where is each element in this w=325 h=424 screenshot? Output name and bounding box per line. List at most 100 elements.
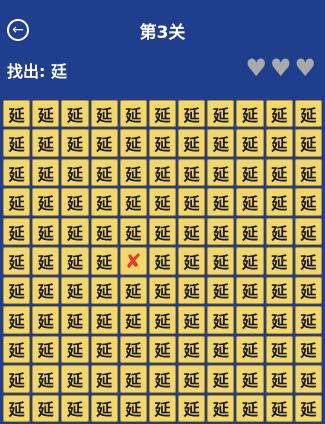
grid-cell[interactable]: 延 [148, 158, 177, 187]
grid-cell[interactable]: 延 [207, 158, 235, 187]
grid-cell[interactable]: 延 [178, 188, 206, 216]
grid-cell[interactable]: 延 [61, 100, 89, 128]
grid-cell[interactable]: 延 [294, 276, 322, 305]
grid-cell[interactable]: 延 [236, 188, 264, 216]
grid-cell[interactable]: 延 [3, 276, 31, 305]
grid-cell[interactable]: 延 [294, 217, 322, 246]
grid-cell[interactable]: 延 [207, 188, 235, 216]
grid-cell[interactable]: 延 [207, 129, 235, 157]
grid-cell[interactable]: 延 [236, 100, 264, 128]
grid-cell[interactable]: 延 [119, 335, 147, 364]
grid-cell[interactable]: 延 [265, 276, 293, 305]
grid-cell[interactable]: 延 [265, 306, 293, 334]
grid-cell[interactable]: 延 [32, 335, 60, 364]
grid-cell[interactable]: 延 [207, 247, 235, 275]
grid-cell[interactable]: 延 [3, 217, 31, 246]
grid-cell[interactable]: 延 [61, 217, 89, 246]
grid-cell[interactable]: 延 [148, 188, 177, 216]
grid-cell[interactable]: 延 [236, 217, 264, 246]
grid-cell[interactable]: 延 [265, 188, 293, 216]
grid-cell[interactable]: 延 [32, 394, 60, 422]
grid-cell[interactable]: 延 [119, 100, 147, 128]
grid-cell[interactable]: 延 [236, 365, 264, 393]
grid-cell[interactable]: 延 [3, 365, 31, 393]
grid-cell[interactable]: 延 [61, 306, 89, 334]
grid-cell[interactable]: 延 [207, 217, 235, 246]
grid-cell[interactable]: 延 [61, 394, 89, 422]
grid-cell[interactable]: 延 [236, 276, 264, 305]
grid-cell[interactable]: 延 [32, 276, 60, 305]
grid-cell[interactable]: 延 [236, 394, 264, 422]
grid-cell[interactable]: 延 [207, 100, 235, 128]
grid-cell[interactable]: 延 [61, 188, 89, 216]
grid-cell[interactable]: 延 [148, 335, 177, 364]
grid-cell[interactable]: 延 [3, 306, 31, 334]
grid-cell[interactable]: 延 [61, 276, 89, 305]
grid-cell[interactable]: 延 [119, 276, 147, 305]
grid-cell[interactable]: 延 [178, 217, 206, 246]
grid-cell[interactable]: 延 [236, 335, 264, 364]
grid-cell[interactable]: 延 [178, 129, 206, 157]
grid-cell[interactable]: 延 [90, 394, 118, 422]
grid-cell[interactable]: 延 [119, 365, 147, 393]
grid-cell[interactable]: 延 [294, 394, 322, 422]
grid-cell[interactable]: 延 [3, 335, 31, 364]
grid-cell[interactable]: 延 [178, 335, 206, 364]
grid-cell[interactable]: 延 [294, 188, 322, 216]
grid-cell[interactable]: 延 [119, 394, 147, 422]
grid-cell[interactable]: 延 [207, 335, 235, 364]
grid-cell[interactable]: 延 [265, 394, 293, 422]
grid-cell[interactable]: 延 [294, 365, 322, 393]
grid-cell[interactable]: 延 [207, 394, 235, 422]
grid-cell[interactable]: 延 [61, 129, 89, 157]
grid-cell[interactable]: 延 [265, 100, 293, 128]
grid-cell[interactable]: 延 [265, 365, 293, 393]
grid-cell[interactable]: 延 [32, 100, 60, 128]
grid-cell[interactable]: 延 [119, 158, 147, 187]
grid-cell[interactable]: 延 [178, 276, 206, 305]
grid-cell[interactable]: 延 [178, 365, 206, 393]
grid-cell[interactable]: 延 [265, 217, 293, 246]
grid-cell[interactable]: 延 [61, 335, 89, 364]
grid-cell[interactable]: 延 [90, 217, 118, 246]
grid-cell[interactable]: 延 [148, 217, 177, 246]
grid-cell[interactable]: 延 [3, 158, 31, 187]
grid-cell[interactable]: 延 [265, 158, 293, 187]
grid-cell[interactable]: 延 [32, 129, 60, 157]
grid-cell[interactable]: 延 [3, 100, 31, 128]
grid-cell[interactable]: 延 [32, 247, 60, 275]
grid-cell[interactable]: 延 [207, 365, 235, 393]
grid-cell[interactable]: 延 [148, 100, 177, 128]
grid-cell[interactable]: 延 [294, 306, 322, 334]
grid-cell[interactable]: 延 [90, 306, 118, 334]
grid-cell[interactable]: 延 [32, 217, 60, 246]
grid-cell[interactable]: 延 [119, 217, 147, 246]
grid-cell[interactable]: 延 [90, 276, 118, 305]
grid-cell[interactable]: 延 [3, 129, 31, 157]
grid-cell[interactable]: 延 [148, 365, 177, 393]
grid-cell[interactable]: 延 [265, 129, 293, 157]
grid-cell[interactable]: 延 [90, 335, 118, 364]
grid-cell[interactable]: 延 [32, 158, 60, 187]
grid-cell[interactable]: 延 [61, 158, 89, 187]
grid-cell[interactable]: 延 [61, 365, 89, 393]
grid-cell[interactable]: 延 [90, 247, 118, 275]
grid-cell[interactable]: 延 [148, 247, 177, 275]
grid-cell[interactable]: 延 [148, 276, 177, 305]
grid-cell[interactable]: 延 [236, 306, 264, 334]
grid-cell[interactable]: 延 [32, 306, 60, 334]
grid-cell[interactable]: 延 [119, 306, 147, 334]
grid-cell[interactable]: 延 [294, 247, 322, 275]
grid-cell[interactable]: 延 [236, 247, 264, 275]
grid-cell[interactable]: 延 [265, 247, 293, 275]
grid-cell[interactable]: 延 [90, 188, 118, 216]
grid-cell[interactable]: 延 [3, 247, 31, 275]
grid-cell[interactable]: 延 [32, 188, 60, 216]
grid-cell[interactable]: 延 [178, 100, 206, 128]
grid-cell[interactable]: 延 [148, 129, 177, 157]
grid-cell[interactable]: 延 [294, 100, 322, 128]
grid-cell[interactable]: 延 [119, 129, 147, 157]
grid-cell[interactable]: 延 [294, 335, 322, 364]
grid-cell[interactable]: 延 [207, 276, 235, 305]
grid-cell[interactable]: 延 [265, 335, 293, 364]
